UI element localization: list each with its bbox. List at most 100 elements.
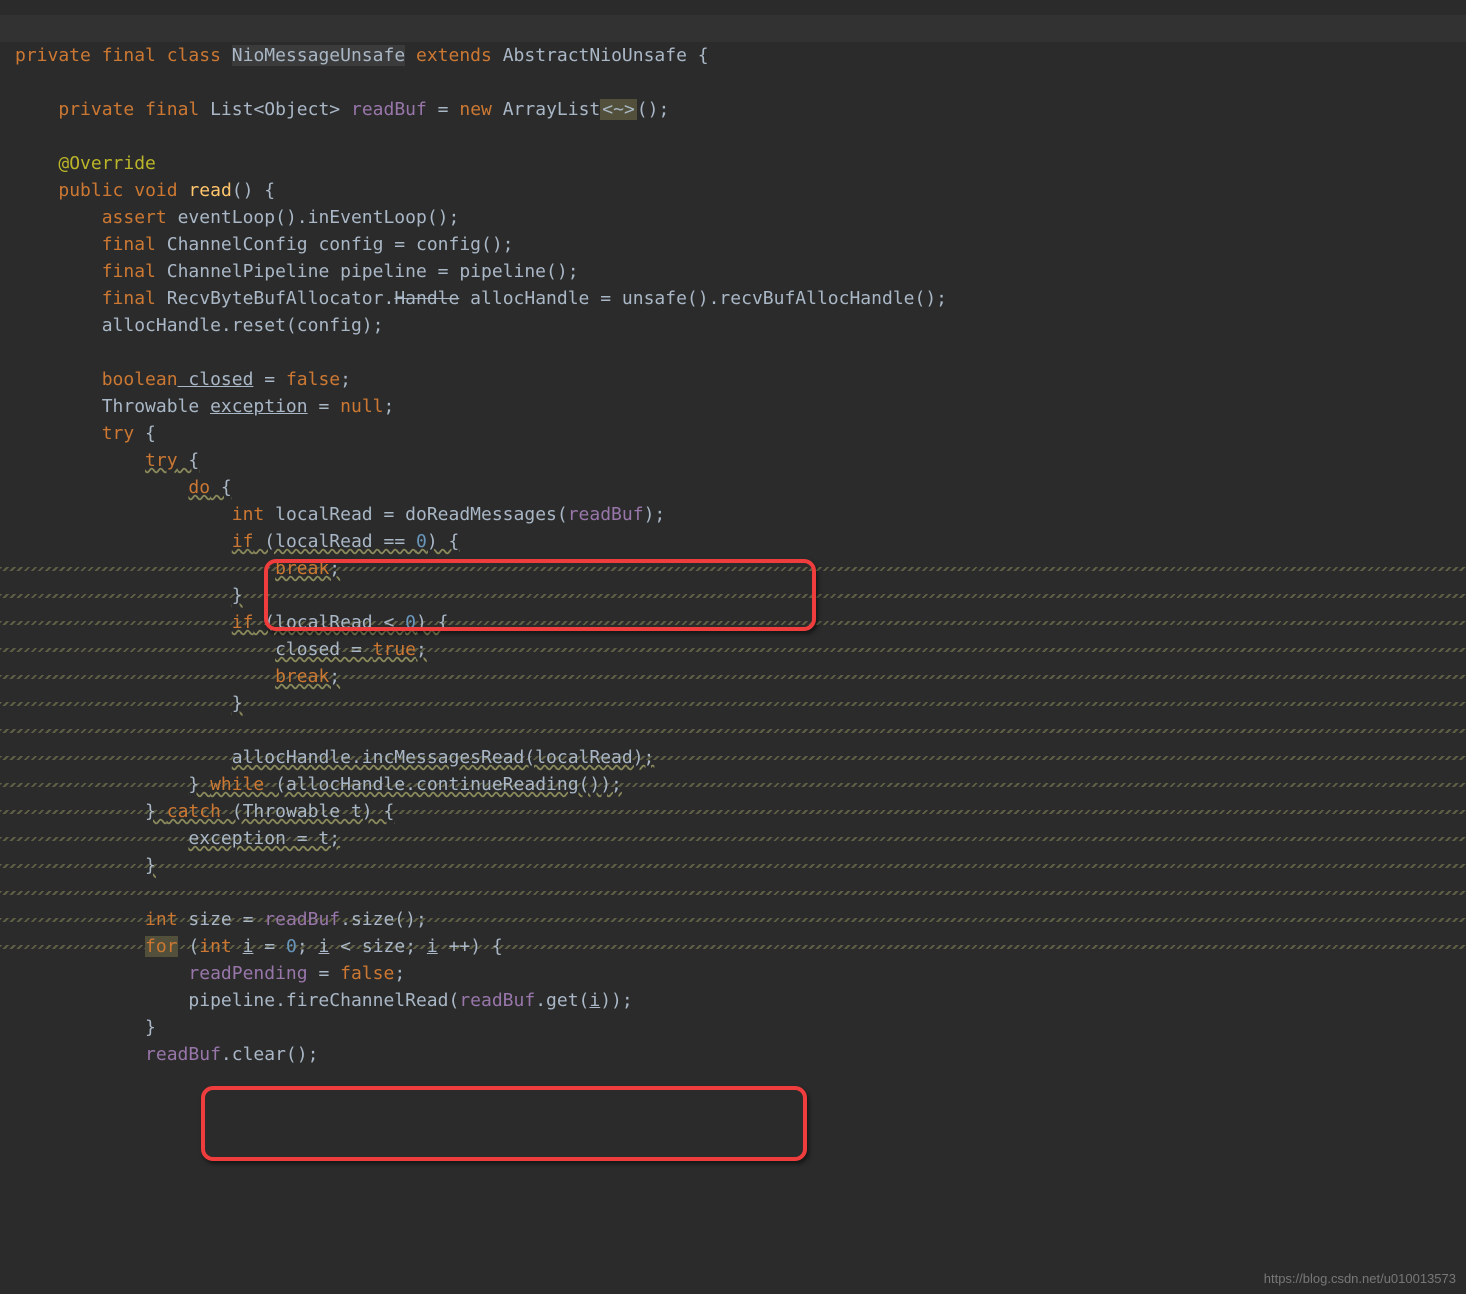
field-readbuf: readBuf: [145, 1044, 221, 1065]
kw-final: final: [102, 234, 156, 255]
semi: ;: [329, 666, 340, 687]
num-zero: 0: [405, 612, 416, 633]
kw-private: private: [15, 45, 91, 66]
type: RecvByteBufAllocator.: [156, 288, 394, 309]
kw-final: final: [145, 99, 199, 120]
var-exception: exception: [210, 396, 308, 417]
ctor: ArrayList: [503, 99, 601, 120]
var-i: i: [319, 936, 330, 957]
kw-try: try: [145, 450, 178, 471]
semi: ;: [297, 936, 319, 957]
code-content: private final class NioMessageUnsafe ext…: [15, 42, 1466, 1068]
kw-true: true: [373, 639, 416, 660]
decl: ChannelPipeline pipeline = pipeline();: [156, 261, 579, 282]
kw-class: class: [167, 45, 221, 66]
kw-false: false: [340, 963, 394, 984]
watermark: https://blog.csdn.net/u010013573: [1264, 1269, 1456, 1289]
cond: ) {: [427, 531, 460, 552]
kw-break: break: [275, 558, 329, 579]
num-zero: 0: [416, 531, 427, 552]
kw-catch: catch: [167, 801, 221, 822]
call: allocHandle.incMessagesRead(localRead);: [232, 747, 655, 768]
brace: }: [145, 1017, 156, 1038]
call: .clear();: [221, 1044, 319, 1065]
kw-int: int: [232, 504, 265, 525]
kw-void: void: [134, 180, 177, 201]
call: eventLoop().inEventLoop();: [167, 207, 460, 228]
kw-break: break: [275, 666, 329, 687]
inc: ++) {: [438, 936, 503, 957]
kw-final: final: [102, 45, 156, 66]
brace: {: [134, 423, 156, 444]
field-readbuf: readBuf: [459, 990, 535, 1011]
rest: allocHandle = unsafe().recvBufAllocHandl…: [459, 288, 947, 309]
method-name: read: [188, 180, 231, 201]
semi: ;: [340, 369, 351, 390]
var-closed: closed: [178, 369, 254, 390]
lt: < size;: [329, 936, 427, 957]
num-zero: 0: [286, 936, 297, 957]
field-readbuf: readBuf: [351, 99, 427, 120]
tail: );: [644, 504, 666, 525]
call: .get(: [535, 990, 589, 1011]
kw-if: if: [232, 612, 254, 633]
kw-new: new: [459, 99, 492, 120]
parens: () {: [232, 180, 275, 201]
assign: closed =: [275, 639, 373, 660]
brace: }: [232, 585, 243, 606]
kw-boolean: boolean: [102, 369, 178, 390]
semi: ;: [416, 639, 427, 660]
kw-do: do: [188, 477, 210, 498]
brace: }: [232, 693, 243, 714]
kw-int: int: [145, 909, 178, 930]
kw-try: try: [102, 423, 135, 444]
type: Throwable: [102, 396, 210, 417]
eq: =: [427, 99, 460, 120]
call: pipeline.fireChannelRead(: [188, 990, 459, 1011]
arg-readbuf: readBuf: [568, 504, 644, 525]
cond: (localRead ==: [253, 531, 416, 552]
cond: (allocHandle.continueReading());: [264, 774, 622, 795]
class-name: NioMessageUnsafe: [232, 45, 405, 66]
annotation-box-2: [201, 1086, 807, 1161]
call: allocHandle.reset(config);: [102, 315, 384, 336]
brace: {: [210, 477, 232, 498]
semi: ;: [329, 558, 340, 579]
field-readbuf: readBuf: [264, 909, 340, 930]
superclass: AbstractNioUnsafe: [503, 45, 687, 66]
kw-public: public: [58, 180, 123, 201]
brace: }: [145, 801, 167, 822]
eq: =: [253, 936, 286, 957]
sp: [232, 936, 243, 957]
call: .size();: [340, 909, 427, 930]
diamond-op: <~>: [600, 99, 637, 120]
eq: =: [308, 396, 341, 417]
paren: (: [178, 936, 200, 957]
kw-if: if: [232, 531, 254, 552]
kw-final: final: [102, 288, 156, 309]
brace: }: [188, 774, 210, 795]
semi: ;: [394, 963, 405, 984]
kw-assert: assert: [102, 207, 167, 228]
eq: =: [253, 369, 286, 390]
kw-int: int: [199, 936, 232, 957]
kw-for: for: [145, 936, 178, 957]
cond: (Throwable t) {: [221, 801, 394, 822]
decl: ChannelConfig config = config();: [156, 234, 514, 255]
kw-private: private: [58, 99, 134, 120]
eq: =: [308, 963, 341, 984]
brace: {: [178, 450, 200, 471]
semi: ;: [384, 396, 395, 417]
decl: size =: [178, 909, 265, 930]
decl: localRead = doReadMessages(: [264, 504, 567, 525]
cond: (localRead <: [253, 612, 405, 633]
field-readpending: readPending: [188, 963, 307, 984]
var-i: i: [427, 936, 438, 957]
kw-while: while: [210, 774, 264, 795]
brace: {: [687, 45, 709, 66]
kw-false: false: [286, 369, 340, 390]
code-editor[interactable]: private final class NioMessageUnsafe ext…: [0, 0, 1466, 1095]
tail: ();: [637, 99, 670, 120]
brace: }: [145, 855, 156, 876]
kw-final: final: [102, 261, 156, 282]
